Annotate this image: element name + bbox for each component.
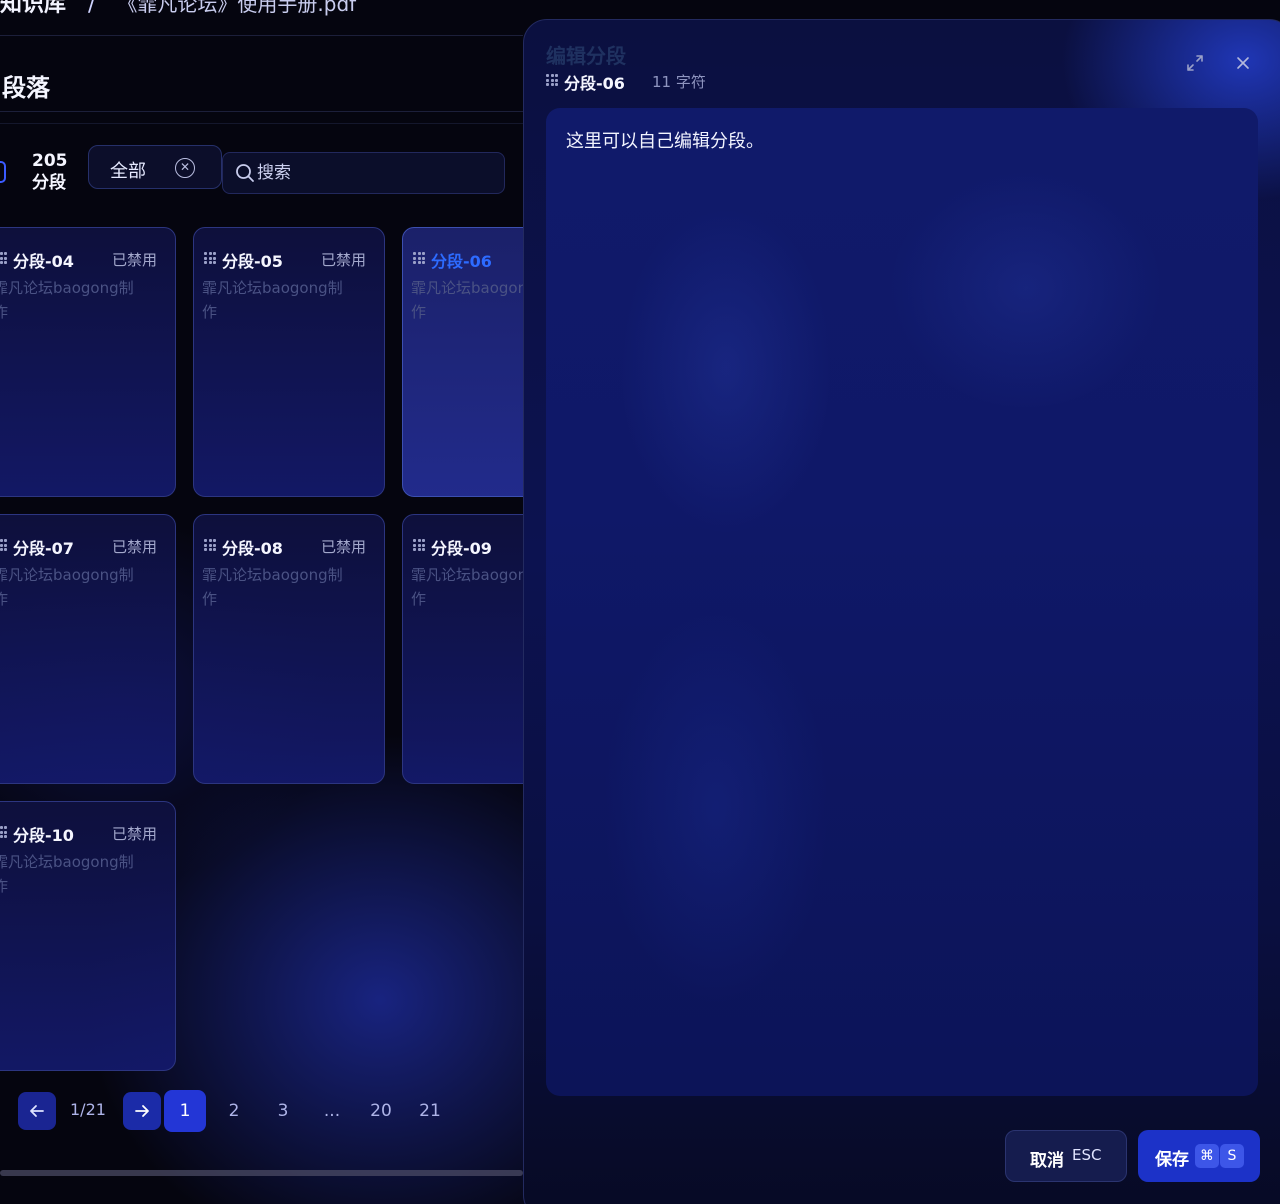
segment-card[interactable]: 分段-07 已禁用 霏凡论坛baogong制作 [0, 514, 176, 784]
page-ellipsis[interactable]: ... [311, 1090, 353, 1132]
cancel-shortcut: ESC [1072, 1146, 1102, 1164]
page-3[interactable]: 3 [262, 1090, 304, 1132]
drag-handle-icon[interactable] [0, 252, 7, 264]
drawer-segment-name: 分段-06 [564, 74, 625, 93]
drag-handle-icon[interactable] [413, 539, 425, 551]
drag-handle-icon[interactable] [0, 826, 7, 838]
cancel-button[interactable]: 取消 ESC [1005, 1130, 1127, 1182]
search-input[interactable] [257, 159, 497, 187]
next-page-button[interactable] [123, 1092, 161, 1130]
save-button[interactable]: 保存 ⌘ S [1138, 1130, 1260, 1182]
segment-name: 分段-05 [222, 252, 283, 271]
search-icon [236, 164, 254, 182]
breadcrumb-root[interactable]: 知识库 [0, 0, 66, 17]
clear-filter-icon[interactable]: ✕ [175, 158, 195, 178]
segment-status: 已禁用 [111, 538, 157, 556]
cancel-label: 取消 [1030, 1151, 1064, 1171]
segment-card[interactable]: 分段-04 已禁用 霏凡论坛baogong制作 [0, 227, 176, 497]
segment-count: 205 分段 [32, 151, 68, 193]
arrow-right-icon [135, 1105, 149, 1117]
pagination: 1/21 1 2 3 ... 20 21 [18, 1090, 478, 1132]
page-position: 1/21 [70, 1100, 106, 1119]
select-all-checkbox[interactable] [0, 161, 6, 183]
page-21[interactable]: 21 [409, 1090, 451, 1132]
segment-content: 霏凡论坛baogong制作 [0, 279, 134, 321]
segment-name: 分段-07 [13, 539, 74, 558]
drag-handle-icon[interactable] [204, 252, 216, 264]
horizontal-scrollbar[interactable] [0, 1170, 523, 1176]
page-2[interactable]: 2 [213, 1090, 255, 1132]
page-20[interactable]: 20 [360, 1090, 402, 1132]
close-icon[interactable] [1232, 52, 1254, 74]
drawer-title: 编辑分段 [546, 44, 626, 68]
segment-card[interactable]: 分段-05 已禁用 霏凡论坛baogong制作 [193, 227, 385, 497]
segment-editor [546, 108, 1258, 1096]
drawer-meta: 分段-06 11 字符 [546, 70, 946, 93]
expand-icon[interactable] [1184, 52, 1206, 74]
segment-name: 分段-06 [431, 252, 492, 271]
segment-content: 霏凡论坛baogong制作 [0, 853, 134, 895]
segment-content: 霏凡论坛baogong制作 [0, 566, 134, 608]
drag-handle-icon[interactable] [0, 539, 7, 551]
breadcrumb-separator: / [88, 0, 96, 17]
segment-name: 分段-04 [13, 252, 74, 271]
status-filter-value: 全部 [110, 161, 146, 182]
search-box[interactable] [222, 152, 505, 194]
segment-name: 分段-09 [431, 539, 492, 558]
page-1[interactable]: 1 [164, 1090, 206, 1132]
section-title: 段落 [2, 74, 50, 102]
segment-name: 分段-08 [222, 539, 283, 558]
segment-name: 分段-10 [13, 826, 74, 845]
filter-row: 205 分段 全部 ✕ [0, 144, 523, 194]
prev-page-button[interactable] [18, 1092, 56, 1130]
knowledge-page: 知识库 / 《霏凡论坛》使用手册.pdf 段落 205 分段 全部 ✕ 分段-04 … [0, 0, 1280, 1204]
arrow-left-icon [30, 1105, 44, 1117]
cmd-key: ⌘ [1195, 1144, 1219, 1168]
segment-content-textarea[interactable] [566, 128, 1236, 1068]
s-key: S [1220, 1144, 1244, 1168]
save-label: 保存 [1155, 1150, 1189, 1170]
section-divider [0, 111, 523, 112]
drag-handle-icon[interactable] [413, 252, 425, 264]
segment-content: 霏凡论坛baogong制作 [202, 566, 343, 608]
segment-card[interactable]: 分段-08 已禁用 霏凡论坛baogong制作 [193, 514, 385, 784]
drag-handle-icon[interactable] [204, 539, 216, 551]
segment-status: 已禁用 [111, 825, 157, 843]
edit-segment-drawer: 编辑分段 分段-06 11 字符 取消 ESC 保存 ⌘ S [523, 19, 1280, 1204]
segment-grip-icon [546, 74, 558, 86]
breadcrumb-doc: 《霏凡论坛》使用手册.pdf [117, 0, 357, 16]
segment-content: 霏凡论坛baogong制作 [202, 279, 343, 321]
segment-card[interactable]: 分段-10 已禁用 霏凡论坛baogong制作 [0, 801, 176, 1071]
status-filter-select[interactable]: 全部 ✕ [88, 145, 222, 189]
breadcrumb: 知识库 / 《霏凡论坛》使用手册.pdf [0, 0, 356, 26]
segment-status: 已禁用 [111, 251, 157, 269]
segment-status: 已禁用 [320, 251, 366, 269]
header-divider [0, 35, 523, 36]
char-count: 11 字符 [652, 73, 706, 91]
segment-status: 已禁用 [320, 538, 366, 556]
section-divider-2 [0, 123, 523, 124]
